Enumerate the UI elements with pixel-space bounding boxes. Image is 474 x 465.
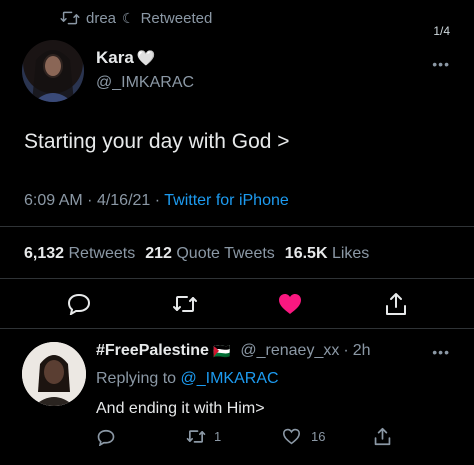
separator-dot: · xyxy=(154,192,161,209)
replying-to: Replying to @_IMKARAC xyxy=(96,370,279,388)
separator-dot: · xyxy=(87,192,93,209)
reply-header: #FreePalestine 🇵🇸 @_renaey_xx · 2h xyxy=(96,342,370,360)
heart-icon xyxy=(279,294,301,314)
palestine-flag-emoji: 🇵🇸 xyxy=(212,342,231,359)
quotes-count: 212 xyxy=(145,245,172,262)
moon-emoji: ☾ xyxy=(122,9,135,26)
author-avatar[interactable] xyxy=(22,40,84,102)
retweeter-name[interactable]: drea xyxy=(86,10,116,27)
author-info: Kara 🤍 @_IMKARAC xyxy=(96,48,194,92)
tweet-more-icon[interactable]: ••• xyxy=(432,56,450,72)
reply-reply-button[interactable] xyxy=(96,427,116,447)
tweet-time: 6:09 AM xyxy=(24,192,83,209)
reply-author-handle[interactable]: @_renaey_xx xyxy=(240,342,339,360)
retweet-icon xyxy=(173,296,197,312)
like-button[interactable] xyxy=(277,292,303,316)
heart-outline-icon xyxy=(282,428,301,445)
tweet-date: 4/16/21 xyxy=(96,192,151,209)
retweeted-banner: drea ☾ Retweeted xyxy=(60,8,212,28)
tweet-stats: 6,132 Retweets 212 Quote Tweets 16.5K Li… xyxy=(24,245,369,263)
reply-icon xyxy=(67,293,91,315)
avatar-portrait-icon xyxy=(22,342,86,406)
share-button[interactable] xyxy=(383,291,409,317)
retweet-button[interactable] xyxy=(171,292,199,316)
share-icon xyxy=(374,427,390,445)
reply-age: 2h xyxy=(352,342,371,359)
reply-author-name[interactable]: #FreePalestine xyxy=(96,342,209,360)
retweets-label: Retweets xyxy=(68,245,136,262)
reply-retweet-count: 1 xyxy=(214,429,222,444)
likes-stat[interactable]: 16.5K Likes xyxy=(285,245,370,263)
white-heart-emoji: 🤍 xyxy=(136,50,156,67)
tweet-source-link[interactable]: Twitter for iPhone xyxy=(164,192,289,209)
reply-button[interactable] xyxy=(66,292,92,316)
replying-to-handle[interactable]: @_IMKARAC xyxy=(181,370,279,387)
reply-like-button[interactable]: 16 xyxy=(282,428,325,445)
reply-author-avatar[interactable] xyxy=(22,342,86,406)
replying-to-label: Replying to xyxy=(96,370,177,387)
reply-more-icon[interactable]: ••• xyxy=(432,344,450,360)
divider xyxy=(0,226,474,227)
author-name[interactable]: Kara xyxy=(96,48,134,68)
reply-text: And ending it with Him> xyxy=(96,400,265,417)
retweets-stat[interactable]: 6,132 Retweets xyxy=(24,245,135,263)
reply-icon xyxy=(97,429,115,446)
retweets-count: 6,132 xyxy=(24,245,65,262)
quote-tweets-stat[interactable]: 212 Quote Tweets xyxy=(145,245,275,263)
quotes-label: Quote Tweets xyxy=(176,245,275,262)
reply-share-button[interactable] xyxy=(372,426,392,446)
separator-dot: · xyxy=(343,342,349,359)
author-handle[interactable]: @_IMKARAC xyxy=(96,74,194,92)
reply-retweet-button[interactable]: 1 xyxy=(186,428,221,445)
divider xyxy=(0,328,474,329)
likes-count: 16.5K xyxy=(284,245,328,262)
avatar-portrait-icon xyxy=(32,50,74,102)
share-icon xyxy=(386,293,406,315)
retweeted-label: Retweeted xyxy=(140,9,213,27)
retweet-icon xyxy=(186,430,206,443)
tweet-metadata: 6:09 AM · 4/16/21 · Twitter for iPhone xyxy=(24,192,289,210)
reply-like-count: 16 xyxy=(311,429,326,444)
divider xyxy=(0,278,474,279)
retweet-icon xyxy=(60,11,80,25)
likes-label: Likes xyxy=(331,245,370,262)
page-counter: 1/4 xyxy=(433,24,450,38)
tweet-text: Starting your day with God > xyxy=(24,130,290,153)
